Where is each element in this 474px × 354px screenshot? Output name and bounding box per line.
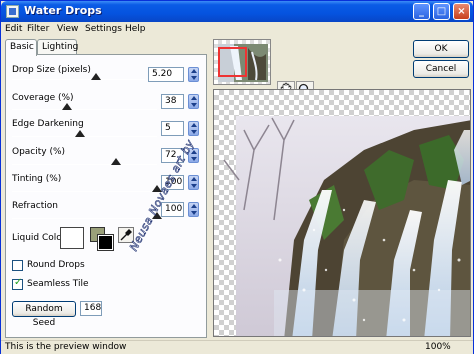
round-drops-checkbox[interactable] (12, 260, 23, 271)
opacity-label: Opacity (%) (12, 147, 66, 157)
coverage-spinner[interactable] (188, 94, 199, 109)
zoom-level: 100% (425, 342, 451, 352)
title-bar[interactable]: Water Drops _ □ × (1, 1, 473, 22)
edge-darkening-slider-thumb[interactable] (75, 130, 86, 137)
menu-filter[interactable]: Filter (27, 24, 49, 34)
opacity-track[interactable] (12, 164, 157, 165)
menu-edit[interactable]: Edit (5, 24, 22, 34)
menu-help[interactable]: Help (125, 24, 146, 34)
menu-view[interactable]: View (57, 24, 78, 34)
app-icon (6, 5, 19, 18)
tinting-track[interactable] (12, 191, 157, 192)
random-seed-button[interactable]: Random Seed (12, 301, 76, 328)
ok-button[interactable]: OK (413, 40, 469, 58)
tinting-spinner[interactable] (188, 175, 199, 190)
tinting-label: Tinting (%) (12, 174, 62, 184)
waterfall-preview-picture (223, 116, 470, 336)
drop-size-label: Drop Size (pixels) (12, 65, 91, 75)
menu-bar: Edit Filter View Settings Help (1, 22, 473, 38)
refraction-spinner[interactable] (188, 202, 199, 217)
close-button[interactable]: × (453, 3, 470, 20)
navigator-thumbnail[interactable] (213, 39, 271, 85)
coverage-track[interactable] (12, 109, 157, 110)
coverage-label: Coverage (%) (12, 93, 74, 103)
coverage-slider-thumb[interactable] (62, 103, 73, 110)
drop-size-track[interactable] (12, 79, 145, 80)
seamless-tile-label: Seamless Tile (27, 279, 89, 289)
seamless-tile-checkbox[interactable] (12, 277, 23, 290)
color-pair-icon[interactable] (90, 227, 114, 251)
status-text: This is the preview window (5, 342, 127, 352)
edge-darkening-spinner[interactable] (188, 121, 199, 136)
status-bar: This is the preview window 100% (1, 340, 473, 354)
round-drops-label: Round Drops (27, 260, 85, 270)
drop-size-field[interactable]: 5.20 (148, 67, 184, 82)
refraction-track[interactable] (12, 218, 157, 219)
navigator-view-box[interactable] (218, 47, 247, 77)
basic-settings-panel: Drop Size (pixels) 5.20 Coverage (%) 38 … (5, 54, 207, 338)
drop-size-slider-thumb[interactable] (90, 73, 101, 80)
drop-size-spinner[interactable] (188, 67, 199, 82)
random-seed-field[interactable]: 168 (80, 301, 102, 316)
menu-settings[interactable]: Settings (85, 24, 122, 34)
liquid-color-label: Liquid Color (12, 233, 66, 243)
cancel-button[interactable]: Cancel (413, 60, 469, 78)
edge-darkening-label: Edge Darkening (12, 119, 84, 129)
tab-lighting[interactable]: Lighting (37, 39, 78, 55)
edge-darkening-field[interactable]: 5 (161, 121, 184, 136)
minimize-button[interactable]: _ (413, 3, 430, 20)
preview-image[interactable] (213, 89, 471, 337)
window-title: Water Drops (24, 4, 102, 17)
maximize-button[interactable]: □ (433, 3, 450, 20)
tab-basic[interactable]: Basic (5, 39, 37, 56)
water-drops-window: Water Drops _ □ × Edit Filter View Setti… (0, 0, 474, 354)
refraction-label: Refraction (12, 201, 58, 211)
liquid-color-swatch[interactable] (60, 227, 84, 249)
coverage-field[interactable]: 38 (161, 94, 184, 109)
opacity-slider-thumb[interactable] (111, 158, 122, 165)
